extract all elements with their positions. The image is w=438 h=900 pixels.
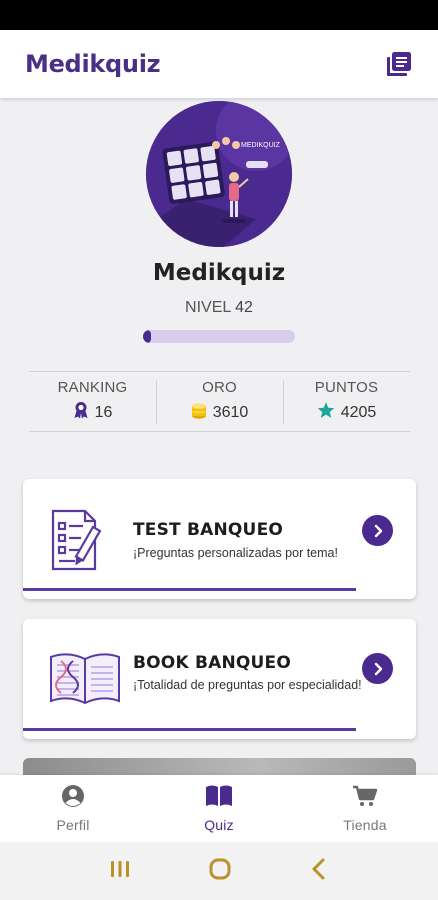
stats-row: RANKING 16 ORO 3610 PUNTOS 4205 bbox=[29, 371, 410, 432]
card-accent-line bbox=[23, 588, 356, 591]
recents-icon[interactable] bbox=[108, 858, 132, 885]
ribbon-icon bbox=[73, 401, 89, 424]
coins-icon bbox=[191, 401, 207, 424]
stat-label: PUNTOS bbox=[314, 379, 379, 396]
card-accent-line bbox=[23, 728, 356, 731]
dna-book-icon bbox=[49, 651, 121, 712]
open-book-icon bbox=[205, 784, 233, 813]
card-subtitle: ¡Totalidad de preguntas por especialidad… bbox=[133, 678, 362, 692]
level-value: 42 bbox=[235, 299, 253, 316]
user-circle-icon bbox=[61, 784, 85, 813]
level-progress-bar bbox=[143, 330, 295, 343]
card-title: TEST BANQUEO bbox=[133, 520, 284, 540]
level-progress-fill bbox=[143, 330, 151, 343]
svg-text:MEDIKQUIZ: MEDIKQUIZ bbox=[241, 142, 281, 149]
stat-value: 16 bbox=[94, 403, 113, 421]
app-bar: Medikquiz bbox=[0, 30, 438, 98]
nav-label: Tienda bbox=[343, 817, 387, 833]
card-subtitle: ¡Preguntas personalizadas por tema! bbox=[133, 546, 338, 560]
chevron-right-icon[interactable] bbox=[362, 653, 393, 684]
stat-label: ORO bbox=[202, 379, 237, 396]
checklist-pencil-icon bbox=[49, 505, 111, 578]
stat-ranking[interactable]: RANKING 16 bbox=[29, 372, 156, 431]
app-title: Medikquiz bbox=[25, 50, 161, 78]
profile-avatar[interactable]: MEDIKQUIZ bbox=[146, 101, 292, 247]
stat-oro[interactable]: ORO 3610 bbox=[156, 372, 283, 431]
nav-item-perfil[interactable]: Perfil bbox=[0, 775, 146, 842]
avatar-illustration: MEDIKQUIZ bbox=[146, 101, 292, 247]
status-bar bbox=[0, 0, 438, 30]
level-line: NIVEL 42 bbox=[0, 299, 438, 317]
nav-item-quiz[interactable]: Quiz bbox=[146, 775, 292, 842]
test-banqueo-card[interactable]: TEST BANQUEO ¡Preguntas personalizadas p… bbox=[23, 479, 416, 599]
cart-icon bbox=[352, 784, 378, 813]
profile-name: Medikquiz bbox=[152, 260, 286, 286]
stat-puntos[interactable]: PUNTOS 4205 bbox=[283, 372, 410, 431]
library-icon[interactable] bbox=[384, 49, 414, 79]
stat-label: RANKING bbox=[57, 379, 128, 396]
system-nav-bar bbox=[0, 842, 438, 900]
chevron-right-icon[interactable] bbox=[362, 515, 393, 546]
back-icon[interactable] bbox=[308, 857, 330, 886]
home-icon[interactable] bbox=[207, 856, 233, 887]
card-title: BOOK BANQUEO bbox=[133, 653, 292, 673]
star-icon bbox=[317, 401, 335, 424]
nav-label: Perfil bbox=[56, 817, 90, 833]
bottom-nav: Perfil Quiz Tienda bbox=[0, 775, 438, 842]
nav-label: Quiz bbox=[204, 817, 234, 833]
book-banqueo-card[interactable]: BOOK BANQUEO ¡Totalidad de preguntas por… bbox=[23, 619, 416, 739]
stat-value: 3610 bbox=[212, 403, 249, 421]
nav-item-tienda[interactable]: Tienda bbox=[292, 775, 438, 842]
level-label: NIVEL bbox=[185, 299, 231, 316]
stat-value: 4205 bbox=[340, 403, 377, 421]
